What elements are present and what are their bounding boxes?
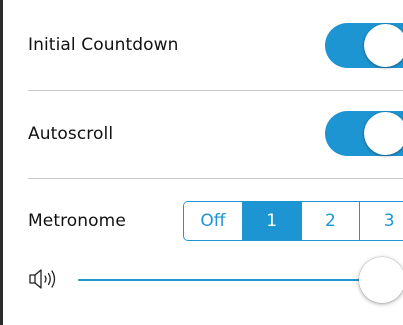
metronome-option-off[interactable]: Off xyxy=(184,202,242,240)
initial-countdown-label: Initial Countdown xyxy=(28,35,179,55)
speaker-icon xyxy=(29,269,56,289)
volume-slider-track[interactable] xyxy=(78,279,373,281)
initial-countdown-toggle[interactable] xyxy=(325,23,403,68)
autoscroll-toggle[interactable] xyxy=(325,111,403,156)
volume-row xyxy=(28,252,403,308)
metronome-label: Metronome xyxy=(28,211,126,231)
toggle-knob[interactable] xyxy=(364,24,403,67)
metronome-option-3[interactable]: 3 xyxy=(359,202,403,240)
metronome-row: Metronome Off 1 2 3 xyxy=(28,196,403,246)
settings-panel: Initial Countdown Autoscroll Metronome O… xyxy=(0,0,403,325)
metronome-option-2[interactable]: 2 xyxy=(300,202,360,240)
initial-countdown-row: Initial Countdown xyxy=(28,0,403,90)
metronome-segmented-control: Off 1 2 3 xyxy=(183,201,403,241)
divider xyxy=(28,178,403,179)
volume-slider-knob[interactable] xyxy=(359,257,403,303)
toggle-knob[interactable] xyxy=(364,112,403,155)
autoscroll-row: Autoscroll xyxy=(28,91,403,177)
metronome-option-1[interactable]: 1 xyxy=(241,202,301,240)
autoscroll-label: Autoscroll xyxy=(28,124,114,144)
